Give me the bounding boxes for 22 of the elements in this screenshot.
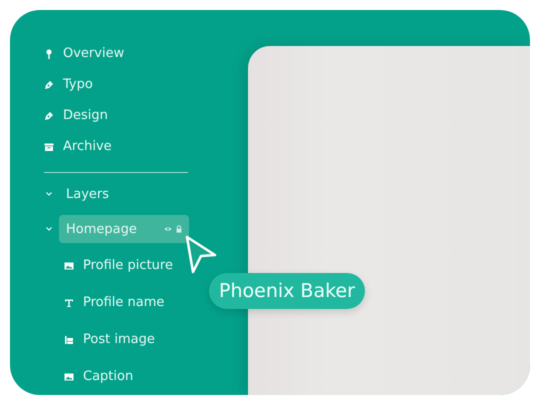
image-icon bbox=[64, 372, 74, 382]
archive-icon bbox=[44, 142, 54, 152]
layout-icon bbox=[64, 334, 74, 344]
nav-item[interactable]: Design bbox=[44, 100, 108, 131]
name-tooltip: Phoenix Baker bbox=[209, 273, 365, 309]
section-title: Layers bbox=[66, 186, 110, 202]
pen-icon bbox=[44, 80, 54, 90]
layer-item[interactable]: Profile name bbox=[44, 284, 164, 321]
nav-item[interactable]: Typo bbox=[44, 69, 93, 100]
pin-icon bbox=[44, 48, 54, 58]
nav-item[interactable]: Overview bbox=[44, 38, 124, 69]
lock-icon bbox=[175, 225, 183, 233]
nav-item[interactable]: Archive bbox=[44, 131, 112, 162]
image-icon bbox=[64, 260, 74, 270]
layer-item[interactable]: Post image bbox=[44, 321, 155, 358]
layer-item[interactable]: Homepage bbox=[59, 215, 189, 243]
cursor-icon bbox=[184, 235, 218, 275]
eye-icon bbox=[164, 225, 172, 233]
layer-item[interactable]: Caption bbox=[44, 358, 134, 395]
text-icon bbox=[64, 298, 74, 308]
pen-icon bbox=[44, 110, 54, 120]
layer-item[interactable]: Profile picture bbox=[44, 247, 173, 284]
